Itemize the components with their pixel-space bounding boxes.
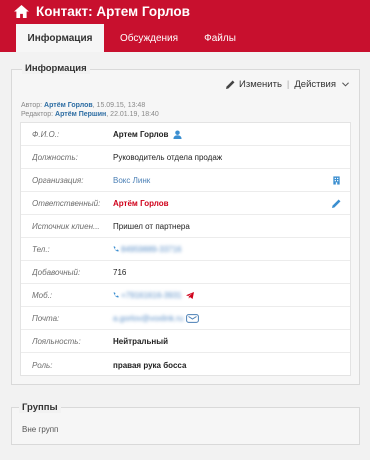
row-role: Роль: правая рука босса: [21, 353, 350, 377]
row-source: Источник клиен... Пришел от партнера: [21, 215, 350, 238]
editor-prefix: Редактор:: [21, 111, 56, 118]
fio-text: Артем Горлов: [113, 129, 169, 139]
organization-label: Организация:: [32, 175, 84, 185]
editor-link[interactable]: Артём Першин: [55, 111, 106, 118]
mobile-label: Моб.:: [32, 290, 53, 300]
top-header: Контакт: Артем Горлов Информация Обсужде…: [0, 0, 370, 52]
tab-info[interactable]: Информация: [16, 24, 104, 52]
mobile-value[interactable]: +79161616-3931: [113, 291, 194, 300]
role-label: Роль:: [32, 360, 53, 370]
home-icon[interactable]: [14, 5, 29, 18]
phone-value[interactable]: 84959889-33716: [113, 245, 182, 254]
email-address[interactable]: a.gorlov@voxlink.ru: [113, 314, 183, 323]
fio-label: Ф.И.О.:: [32, 129, 60, 139]
user-icon: [173, 129, 183, 139]
loyalty-value: Нейтральный: [113, 336, 168, 346]
actions-separator: |: [286, 79, 290, 90]
groups-empty-text: Вне групп: [22, 425, 59, 434]
organization-link[interactable]: Вокс Линк: [113, 176, 150, 185]
fio-value: Артем Горлов: [113, 129, 183, 139]
actions-dropdown[interactable]: Действия: [294, 79, 349, 90]
row-loyalty: Лояльность: Нейтральный: [21, 330, 350, 353]
mobile-phone-icon: [113, 292, 119, 298]
actions-bar: Изменить | Действия: [226, 79, 349, 90]
responsible-label: Ответственный:: [32, 198, 101, 208]
contact-details: Ф.И.О.: Артем Горлов Должность: Руководи…: [20, 122, 351, 376]
mobile-number[interactable]: +79161616-3931: [121, 291, 182, 300]
phone-number[interactable]: 84959889-33716: [121, 245, 182, 254]
groups-panel: Группы Вне групп: [11, 402, 360, 445]
tab-bar: Информация Обсуждения Файлы: [16, 24, 246, 52]
groups-panel-title: Группы: [19, 402, 61, 413]
record-meta: Автор: Артём Горлов, 15.09.15, 13:48 Ред…: [21, 101, 159, 119]
mail-icon[interactable]: [186, 313, 200, 323]
pencil-icon: [226, 80, 235, 89]
editor-date: , 22.01.19, 18:40: [106, 111, 159, 118]
source-value: Пришел от партнера: [113, 221, 190, 231]
row-responsible: Ответственный: Артём Горлов: [21, 192, 350, 215]
info-panel: Информация Изменить | Действия Автор: Ар…: [11, 63, 360, 385]
phone-label: Тел.:: [32, 244, 50, 254]
author-line: Автор: Артём Горлов, 15.09.15, 13:48: [21, 101, 159, 110]
email-value[interactable]: a.gorlov@voxlink.ru: [113, 313, 200, 323]
author-prefix: Автор:: [21, 102, 45, 109]
extension-value: 716: [113, 267, 127, 277]
author-link[interactable]: Артём Горлов: [44, 102, 93, 109]
extension-label: Добавочный:: [32, 267, 81, 277]
edit-label: Изменить: [239, 79, 282, 90]
tab-files[interactable]: Файлы: [194, 24, 246, 52]
row-extension: Добавочный: 716: [21, 261, 350, 284]
edit-button[interactable]: Изменить: [226, 79, 282, 90]
info-panel-title: Информация: [22, 63, 90, 74]
row-phone: Тел.: 84959889-33716: [21, 238, 350, 261]
author-date: , 15.09.15, 13:48: [92, 102, 146, 109]
row-organization: Организация: Вокс Линк: [21, 169, 350, 192]
telegram-icon[interactable]: [185, 291, 194, 299]
title-row: Контакт: Артем Горлов: [14, 4, 190, 19]
responsible-value[interactable]: Артём Горлов: [113, 199, 169, 208]
building-icon[interactable]: [332, 175, 341, 185]
edit-responsible-icon[interactable]: [332, 199, 341, 208]
editor-line: Редактор: Артём Першин, 22.01.19, 18:40: [21, 110, 159, 119]
row-mobile: Моб.: +79161616-3931: [21, 284, 350, 307]
loyalty-label: Лояльность:: [32, 336, 81, 346]
row-fio: Ф.И.О.: Артем Горлов: [21, 123, 350, 146]
source-label: Источник клиен...: [32, 221, 100, 231]
page-title: Контакт: Артем Горлов: [36, 4, 190, 19]
email-label: Почта:: [32, 313, 60, 323]
row-email: Почта: a.gorlov@voxlink.ru: [21, 307, 350, 330]
tab-discussions[interactable]: Обсуждения: [104, 24, 194, 52]
position-label: Должность:: [32, 152, 78, 162]
actions-label: Действия: [294, 79, 336, 90]
phone-icon: [113, 246, 119, 252]
role-value: правая рука босса: [113, 360, 187, 370]
row-position: Должность: Руководитель отдела продаж: [21, 146, 350, 169]
chevron-down-icon: [342, 82, 349, 87]
position-value: Руководитель отдела продаж: [113, 152, 223, 162]
